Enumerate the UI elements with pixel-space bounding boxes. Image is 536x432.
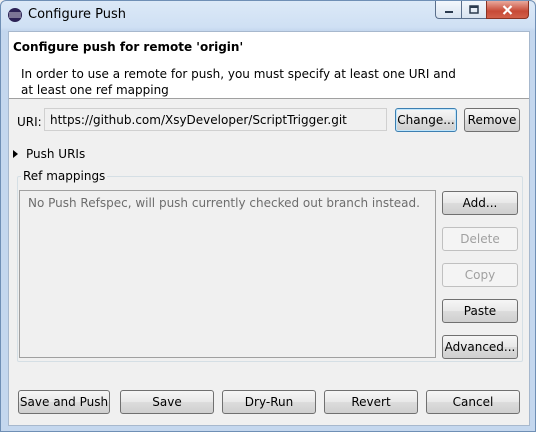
save-button[interactable]: Save — [120, 390, 214, 414]
revert-button[interactable]: Revert — [324, 390, 418, 414]
copy-ref-button[interactable]: Copy — [442, 263, 518, 287]
configure-push-dialog: Configure Push Configure push for remote… — [0, 0, 536, 432]
save-and-push-button[interactable]: Save and Push — [18, 390, 110, 414]
eclipse-app-icon — [8, 8, 22, 22]
push-uris-section-toggle[interactable]: Push URIs — [13, 147, 85, 161]
ref-mappings-empty-message: No Push Refspec, will push currently che… — [28, 196, 420, 210]
uri-label: URI: — [17, 115, 42, 129]
title-bar[interactable]: Configure Push — [1, 1, 535, 31]
delete-ref-button[interactable]: Delete — [442, 227, 518, 251]
dialog-header: Configure push for remote 'origin' In or… — [9, 32, 529, 99]
page-title: Configure push for remote 'origin' — [13, 40, 244, 54]
advanced-ref-button[interactable]: Advanced... — [442, 335, 518, 359]
window-title: Configure Push — [28, 7, 127, 22]
header-message: In order to use a remote for push, you m… — [21, 66, 461, 98]
dialog-body: Configure push for remote 'origin' In or… — [8, 31, 530, 426]
change-uri-button[interactable]: Change... — [395, 108, 457, 132]
ref-mappings-list[interactable]: No Push Refspec, will push currently che… — [19, 190, 436, 358]
uri-field[interactable]: https://github.com/XsyDeveloper/ScriptTr… — [44, 108, 387, 131]
add-ref-button[interactable]: Add... — [442, 191, 518, 215]
minimize-button[interactable] — [435, 1, 461, 19]
cancel-button[interactable]: Cancel — [426, 390, 520, 414]
window-controls — [435, 1, 529, 20]
minimize-icon — [444, 10, 453, 13]
dry-run-button[interactable]: Dry-Run — [222, 390, 316, 414]
expand-triangle-icon — [13, 150, 18, 158]
header-message-line-2: at least one ref mapping — [21, 83, 169, 97]
ref-mappings-label: Ref mappings — [21, 169, 108, 183]
maximize-icon — [469, 5, 479, 14]
paste-ref-button[interactable]: Paste — [442, 299, 518, 323]
remove-uri-button[interactable]: Remove — [464, 108, 520, 132]
close-icon — [502, 4, 513, 15]
close-button[interactable] — [486, 1, 529, 19]
header-message-line-1: In order to use a remote for push, you m… — [21, 67, 456, 81]
push-uris-label: Push URIs — [26, 147, 86, 161]
maximize-button[interactable] — [461, 1, 486, 19]
